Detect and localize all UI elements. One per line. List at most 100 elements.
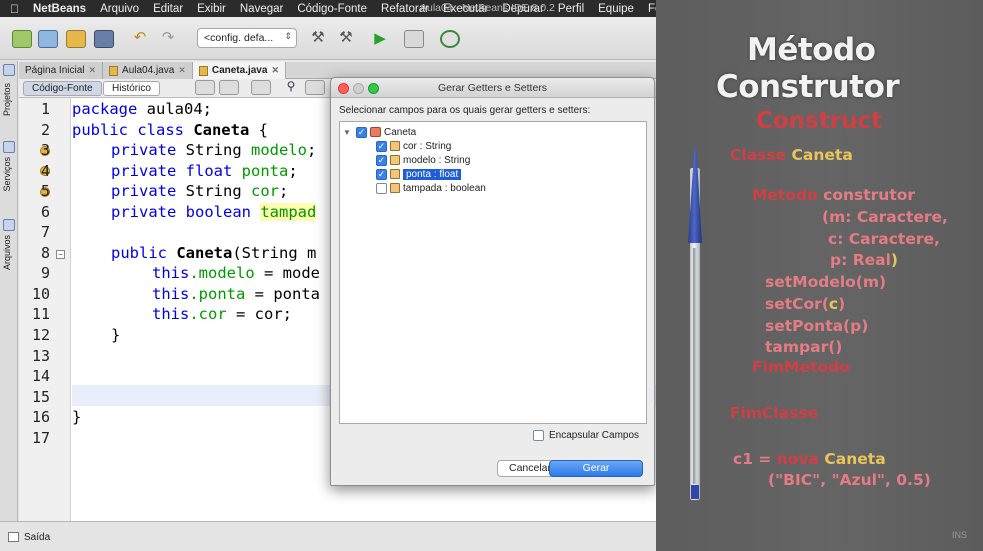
line-number: 10	[31, 285, 50, 303]
dialog-title: Gerar Getters e Setters	[331, 78, 654, 98]
line-number: 7	[40, 223, 50, 241]
open-project-icon[interactable]	[66, 30, 86, 48]
close-icon[interactable]: ✕	[178, 65, 186, 76]
code-line: this.modelo = mode	[152, 264, 320, 282]
menu-codigo-fonte[interactable]: Código-Fonte	[297, 3, 367, 15]
profile-icon[interactable]	[440, 30, 460, 48]
encapsulate-label: Encapsular Campos	[549, 430, 640, 441]
field-label-selected: ponta : float	[403, 168, 462, 180]
close-icon[interactable]: ✕	[271, 65, 279, 76]
java-file-icon	[109, 65, 119, 76]
code-line: private String modelo;	[111, 141, 317, 159]
apple-icon[interactable]: 	[10, 2, 19, 16]
line-number: 8	[40, 244, 50, 262]
clean-build-icon[interactable]: ⚒	[336, 30, 356, 48]
slide-title-line1: Método	[747, 32, 876, 68]
field-row-tampada[interactable]: tampada : boolean	[376, 181, 486, 195]
menu-exibir[interactable]: Exibir	[197, 3, 226, 15]
tab-pagina-inicial[interactable]: Página Inicial ✕	[19, 62, 104, 79]
tab-servicos[interactable]: Serviços	[2, 157, 16, 192]
history-view-button[interactable]: Histórico	[103, 81, 160, 96]
field-checkbox[interactable]: ✓	[376, 168, 387, 180]
slide-param1: (m: Caractere,	[822, 208, 948, 226]
line-number: 12	[31, 326, 50, 344]
last-edit-icon[interactable]	[195, 80, 215, 95]
debug-icon[interactable]	[404, 30, 424, 48]
tab-caneta-java[interactable]: Caneta.java ✕	[192, 62, 286, 79]
new-project-icon[interactable]	[38, 30, 58, 48]
files-icon[interactable]	[3, 219, 15, 231]
undo-icon[interactable]: ↶	[130, 30, 150, 48]
slide-method-decl: Metodo construtor	[752, 186, 916, 204]
find-previous-icon[interactable]	[305, 80, 325, 95]
slide-end-method: FimMetodo	[752, 358, 850, 376]
root-checkbox[interactable]: ✓	[356, 126, 367, 138]
code-line: }	[111, 326, 121, 344]
find-icon[interactable]: ⚲	[281, 80, 301, 95]
fold-toggle-icon[interactable]: −	[56, 250, 65, 259]
back-icon[interactable]	[219, 80, 239, 95]
tab-aula04-java[interactable]: Aula04.java ✕	[103, 62, 193, 79]
close-icon[interactable]: ✕	[88, 65, 96, 76]
run-icon[interactable]: ▶	[370, 30, 390, 48]
configuration-value: <config. defa...	[204, 32, 274, 44]
menu-editar[interactable]: Editar	[153, 3, 183, 15]
generate-getters-setters-dialog: Gerar Getters e Setters Selecionar campo…	[330, 77, 655, 486]
tab-label: Aula04.java	[122, 65, 175, 76]
line-number: 11	[31, 305, 50, 323]
forward-icon[interactable]	[251, 80, 271, 95]
line-number: 1	[40, 100, 50, 118]
encapsulate-checkbox[interactable]	[533, 430, 544, 441]
slide-instantiation: c1 = nova Caneta	[733, 450, 886, 468]
pen-illustration	[688, 148, 702, 500]
close-window-button[interactable]	[338, 83, 349, 94]
class-icon	[370, 127, 381, 137]
main-toolbar: ↶ ↷ <config. defa... ⇕ ⚒ ⚒ ▶	[0, 17, 656, 60]
status-bar: Saída	[0, 521, 656, 551]
tab-label: Página Inicial	[25, 65, 85, 76]
tree-root-caneta[interactable]: ▼ ✓ Caneta	[343, 125, 416, 139]
menu-navegar[interactable]: Navegar	[240, 3, 283, 15]
zoom-window-button[interactable]	[368, 83, 379, 94]
services-icon[interactable]	[3, 141, 15, 153]
redo-icon[interactable]: ↷	[158, 30, 178, 48]
field-icon	[390, 183, 400, 193]
line-number: 15	[31, 388, 50, 406]
tab-arquivos[interactable]: Arquivos	[2, 235, 16, 270]
source-view-button[interactable]: Código-Fonte	[23, 81, 102, 96]
java-file-icon	[198, 65, 208, 76]
field-label: cor : String	[403, 140, 452, 152]
output-tab[interactable]: Saída	[24, 532, 50, 543]
new-file-icon[interactable]	[12, 30, 32, 48]
field-icon	[390, 169, 400, 179]
field-checkbox[interactable]: ✓	[376, 154, 387, 166]
line-number: 16	[31, 408, 50, 426]
field-checkbox[interactable]: ✓	[376, 140, 387, 152]
output-window-icon[interactable]	[8, 532, 19, 542]
field-row-cor[interactable]: ✓ cor : String	[376, 139, 451, 153]
build-hammer-icon[interactable]: ⚒	[308, 30, 328, 48]
menu-app-name[interactable]: NetBeans	[33, 3, 86, 15]
tab-projetos[interactable]: Projetos	[2, 83, 16, 116]
fields-tree[interactable]: ▼ ✓ Caneta ✓ cor : String ✓ modelo : Str…	[339, 121, 647, 424]
projects-icon[interactable]	[3, 64, 15, 76]
menu-arquivo[interactable]: Arquivo	[100, 3, 139, 15]
minimize-window-button[interactable]	[353, 83, 364, 94]
slide-class-decl: Classe Caneta	[730, 146, 853, 164]
field-checkbox[interactable]	[376, 182, 387, 194]
tab-label: Caneta.java	[211, 65, 268, 76]
code-line: private String cor;	[111, 182, 289, 200]
field-icon	[390, 141, 400, 151]
encapsulate-fields-option[interactable]: Encapsular Campos	[533, 430, 639, 441]
menu-equipe[interactable]: Equipe	[598, 3, 634, 15]
field-row-modelo[interactable]: ✓ modelo : String	[376, 153, 470, 167]
chevron-updown-icon: ⇕	[284, 31, 292, 41]
save-all-icon[interactable]	[94, 30, 114, 48]
code-line: private boolean tampad	[111, 203, 317, 221]
field-row-ponta[interactable]: ✓ ponta : float	[376, 167, 462, 181]
menu-perfil[interactable]: Perfil	[558, 3, 584, 15]
configuration-select[interactable]: <config. defa... ⇕	[197, 28, 297, 48]
generate-button[interactable]: Gerar	[549, 460, 643, 477]
collapse-triangle-icon[interactable]: ▼	[343, 128, 353, 137]
line-number: 14	[31, 367, 50, 385]
